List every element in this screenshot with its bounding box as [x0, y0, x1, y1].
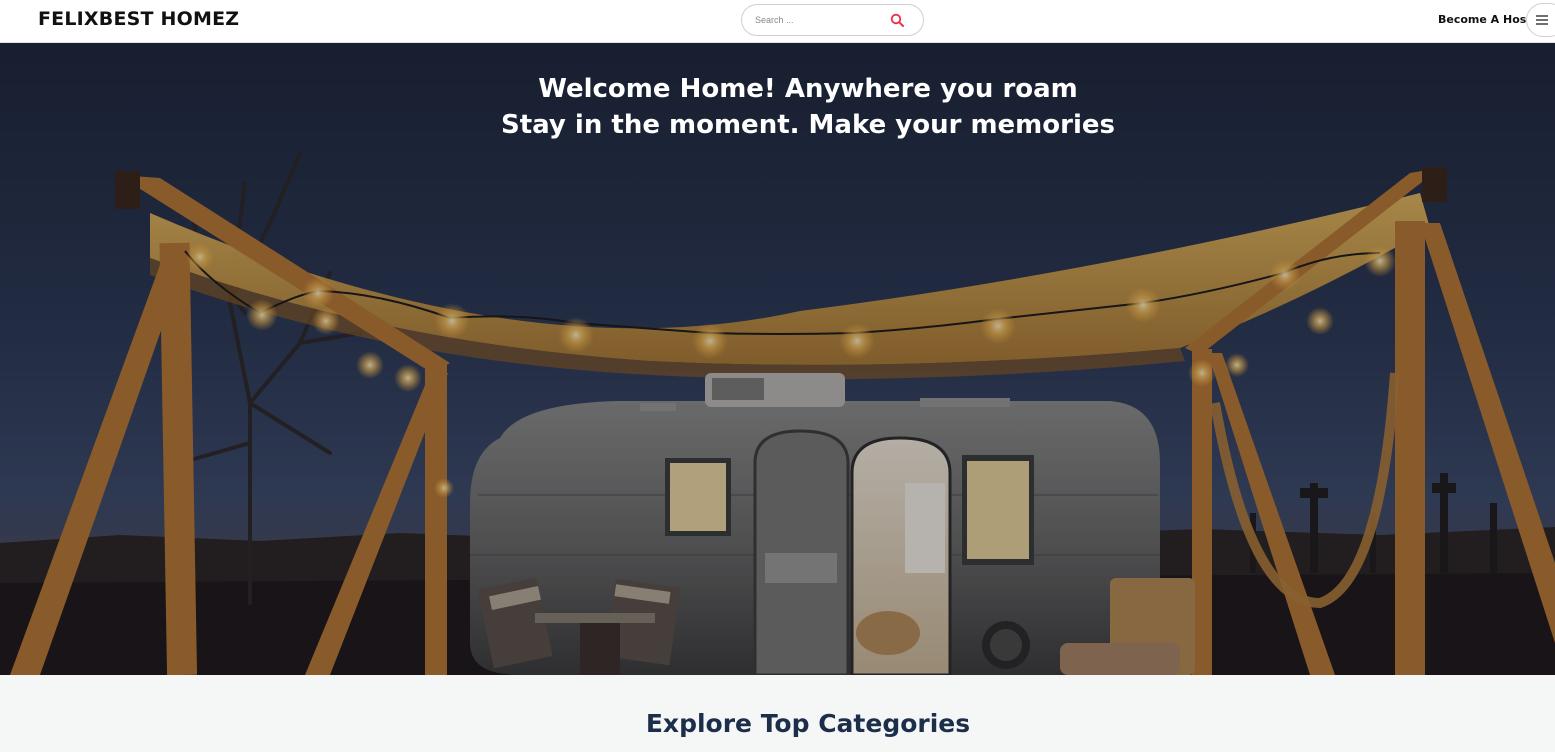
categories-heading: Explore Top Categories	[645, 709, 971, 738]
categories-section: Explore Top Categories	[0, 675, 1555, 752]
hero-banner: Welcome Home! Anywhere you roam Stay in …	[0, 43, 1555, 675]
search-icon[interactable]	[889, 12, 907, 29]
search-input[interactable]	[755, 12, 880, 28]
menu-button[interactable]	[1526, 3, 1555, 37]
menu-icon	[1536, 15, 1548, 25]
hero-heading: Welcome Home! Anywhere you roam Stay in …	[0, 71, 1555, 143]
site-logo[interactable]: FELIXBEST HOMEZ	[38, 8, 239, 30]
become-host-link[interactable]: Become A Host	[1438, 13, 1532, 26]
hero-line-1: Welcome Home! Anywhere you roam	[538, 74, 1078, 104]
search-bar	[741, 4, 924, 36]
top-navbar: FELIXBEST HOMEZ Become A Host	[0, 0, 1555, 43]
hero-line-2: Stay in the moment. Make your memories	[501, 110, 1115, 140]
